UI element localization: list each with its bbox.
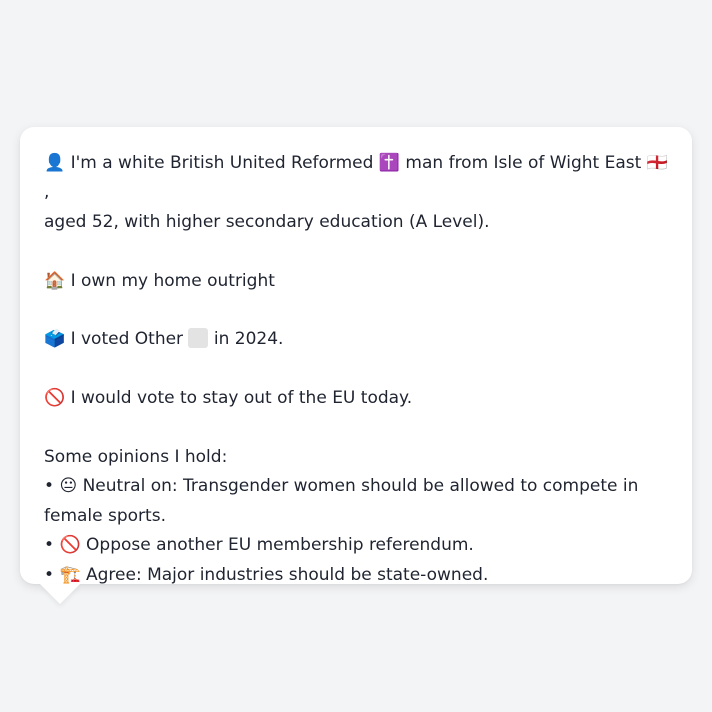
bullet: • (44, 535, 55, 556)
opinion-text: Neutral on: Transgender women should be … (44, 476, 639, 526)
opinion-text: Agree: Major industries should be state-… (86, 564, 489, 585)
prohibited-icon: 🚫 (59, 535, 81, 556)
bullet: • (44, 476, 55, 497)
persona-message-bubble: 👤 I'm a white British United Reformed ✝️… (20, 127, 692, 585)
identity-statement: 👤 I'm a white British United Reformed ✝️… (44, 149, 668, 237)
opinion-item: • 🚫 Oppose another EU membership referen… (44, 531, 668, 560)
england-flag-icon: 🏴󠁧󠁢󠁥󠁮󠁧󠁿 (646, 153, 668, 173)
identity-text-part1: I'm a white British United Reformed (70, 153, 374, 173)
eu-text: I would vote to stay out of the EU today… (70, 388, 413, 409)
ballot-box-icon: 🗳️ (44, 329, 66, 350)
vote-statement: 🗳️ I voted Other in 2024. (44, 325, 668, 354)
home-statement: 🏠 I own my home outright (44, 267, 668, 296)
identity-text-comma: , (44, 182, 50, 203)
identity-text-line2: aged 52, with higher secondary education… (44, 211, 490, 232)
opinions-heading: Some opinions I hold: (44, 447, 228, 467)
identity-text-part2: man from Isle of Wight East (405, 153, 642, 173)
opinion-item: • 😐 Neutral on: Transgender women should… (44, 472, 668, 531)
blank-square-icon (188, 328, 209, 349)
opinion-item: • 🏗️ Agree: Major industries should be s… (44, 561, 668, 590)
vote-text-after: in 2024. (213, 329, 284, 350)
prohibited-icon: 🚫 (44, 388, 66, 409)
vote-text-before: I voted Other (70, 329, 184, 350)
neutral-face-icon: 😐 (59, 476, 78, 497)
opinion-text: Oppose another EU membership referendum. (86, 535, 474, 556)
latin-cross-icon: ✝️ (378, 153, 401, 173)
bullet: • (44, 564, 55, 585)
house-icon: 🏠 (44, 270, 66, 291)
bubble-tail (40, 584, 80, 604)
person-silhouette-icon: 👤 (44, 153, 66, 173)
persona-description: 👤 I'm a white British United Reformed ✝️… (44, 149, 668, 590)
eu-statement: 🚫 I would vote to stay out of the EU tod… (44, 384, 668, 413)
home-text: I own my home outright (70, 270, 275, 291)
